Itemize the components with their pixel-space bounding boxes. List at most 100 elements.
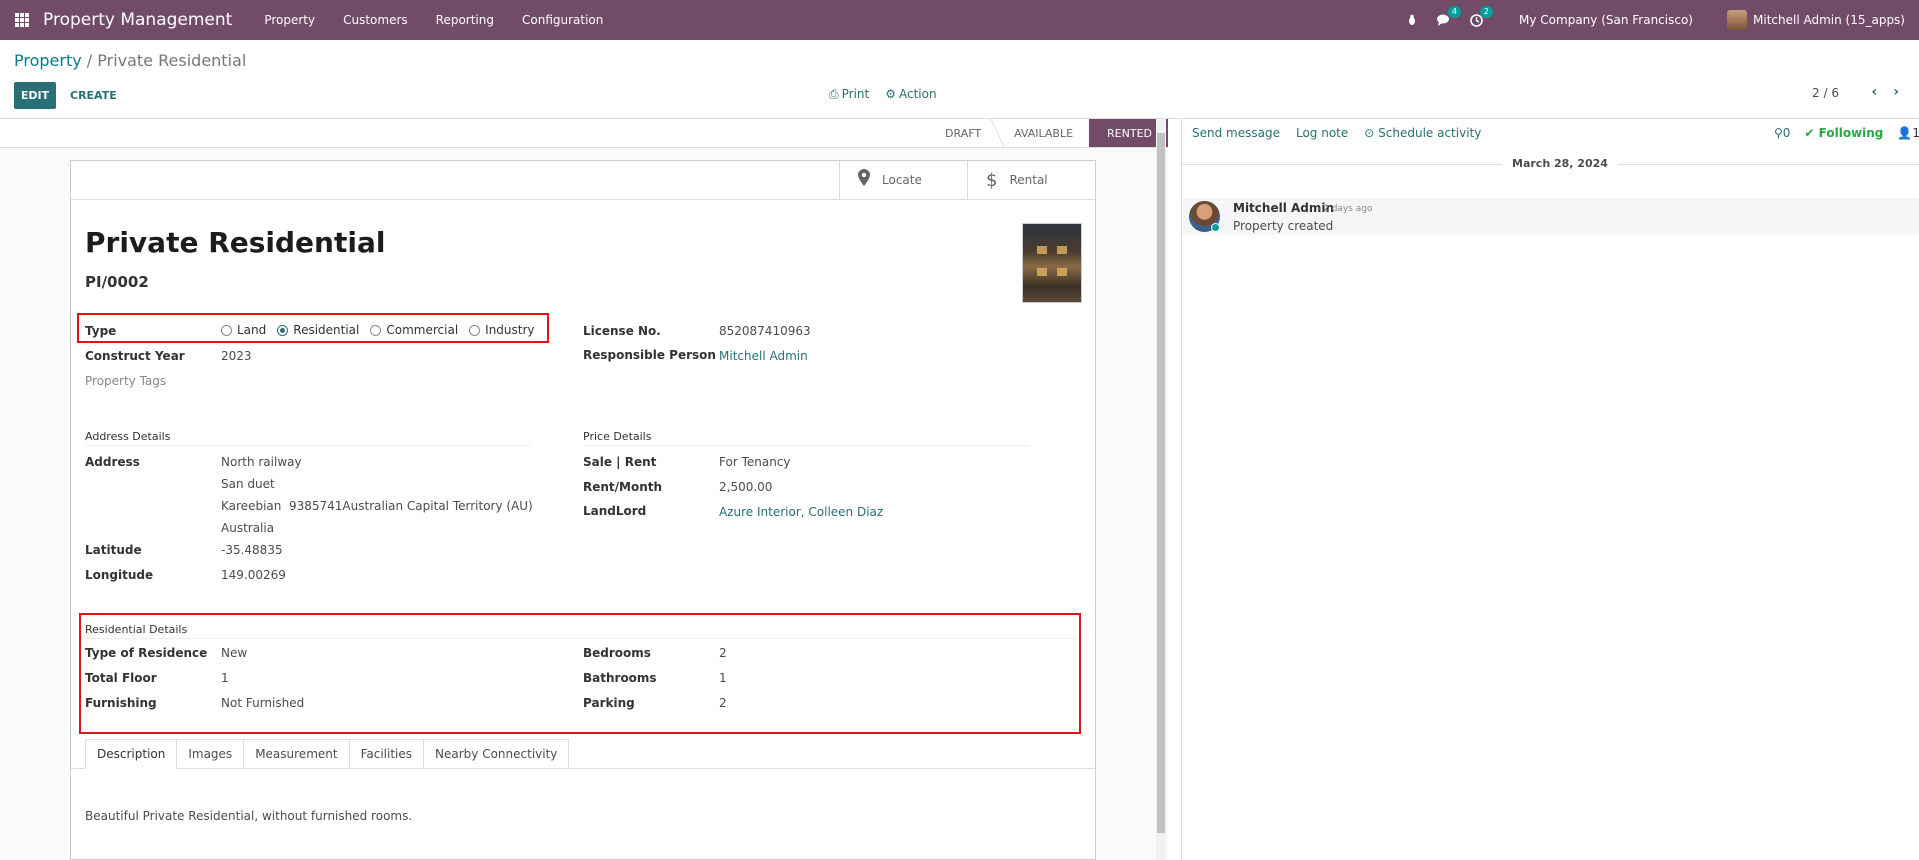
sale-rent-label: Sale | Rent bbox=[583, 455, 657, 469]
residential-section-title: Residential Details bbox=[85, 623, 188, 636]
responsible-label: Responsible Person bbox=[583, 348, 716, 362]
following-button[interactable]: ✔ Following bbox=[1804, 126, 1883, 140]
rent-month-label: Rent/Month bbox=[583, 480, 663, 494]
property-tags-label[interactable]: Property Tags bbox=[85, 374, 166, 388]
construct-year-label: Construct Year bbox=[85, 349, 185, 363]
form-scrollbar[interactable] bbox=[1156, 119, 1166, 860]
send-message-button[interactable]: Send message bbox=[1192, 126, 1280, 140]
notebook-tabs: Description Images Measurement Facilitie… bbox=[85, 739, 570, 769]
description-text[interactable]: Beautiful Private Residential, without f… bbox=[85, 809, 412, 823]
latitude-value[interactable]: -35.48835 bbox=[221, 543, 283, 557]
tab-nearby-connectivity[interactable]: Nearby Connectivity bbox=[424, 739, 570, 769]
create-button[interactable]: CREATE bbox=[70, 82, 117, 109]
gear-icon: ⚙ bbox=[885, 87, 896, 101]
residential-highlight-box bbox=[79, 613, 1081, 734]
print-icon: ⎙ bbox=[829, 87, 839, 101]
online-status-dot bbox=[1211, 223, 1220, 232]
locate-smart-button[interactable]: Locate bbox=[839, 161, 967, 199]
activities-count-badge: 2 bbox=[1479, 6, 1494, 18]
schedule-activity-button[interactable]: ⊙ Schedule activity bbox=[1364, 126, 1481, 140]
residence-type-value[interactable]: New bbox=[221, 646, 247, 660]
schedule-activity-label: Schedule activity bbox=[1378, 126, 1482, 140]
messages-count-badge: 4 bbox=[1447, 6, 1462, 18]
bathrooms-value[interactable]: 1 bbox=[719, 671, 727, 685]
landlord-link[interactable]: Azure Interior, Colleen Diaz bbox=[719, 505, 883, 519]
attachments-count: 0 bbox=[1782, 126, 1791, 140]
user-icon: 👤 bbox=[1897, 126, 1913, 140]
activities-icon[interactable]: 2 bbox=[1469, 6, 1494, 27]
license-value[interactable]: 852087410963 bbox=[719, 324, 811, 338]
bug-icon[interactable] bbox=[1405, 13, 1419, 27]
construct-year-value[interactable]: 2023 bbox=[221, 349, 252, 363]
menu-item-customers[interactable]: Customers bbox=[329, 0, 422, 40]
app-brand[interactable]: Property Management bbox=[43, 10, 232, 30]
rental-label: Rental bbox=[1009, 173, 1048, 187]
menu-item-configuration[interactable]: Configuration bbox=[508, 0, 617, 40]
tab-images[interactable]: Images bbox=[177, 739, 245, 769]
following-label: Following bbox=[1818, 126, 1884, 140]
residence-type-label: Type of Residence bbox=[85, 646, 208, 660]
address-line4[interactable]: Australia bbox=[221, 521, 274, 535]
furnishing-value[interactable]: Not Furnished bbox=[221, 696, 304, 710]
form-scroll-thumb[interactable] bbox=[1157, 133, 1165, 833]
attachments-button[interactable]: ⚲0 bbox=[1774, 126, 1790, 140]
address-line1[interactable]: North railway bbox=[221, 455, 302, 469]
apps-menu-icon[interactable] bbox=[15, 13, 29, 27]
messages-icon[interactable]: 4 bbox=[1437, 6, 1462, 27]
user-menu[interactable]: Mitchell Admin (15_apps) bbox=[1753, 13, 1905, 27]
type-highlight-box bbox=[77, 313, 549, 343]
parking-value[interactable]: 2 bbox=[719, 696, 727, 710]
status-steps: DRAFT AVAILABLE RENTED bbox=[929, 119, 1168, 147]
log-note-button[interactable]: Log note bbox=[1296, 126, 1348, 140]
form-sheet: Locate $ Rental Private Residential PI/0… bbox=[70, 160, 1096, 860]
pager-value[interactable]: 2 / 6 bbox=[1812, 86, 1839, 100]
total-floor-label: Total Floor bbox=[85, 671, 157, 685]
total-floor-value[interactable]: 1 bbox=[221, 671, 229, 685]
chevron-left-icon[interactable]: ‹ bbox=[1871, 84, 1877, 100]
chevron-right-icon[interactable]: › bbox=[1893, 84, 1899, 100]
bedrooms-value[interactable]: 2 bbox=[719, 646, 727, 660]
breadcrumb-parent[interactable]: Property bbox=[14, 51, 82, 70]
breadcrumb-current: Private Residential bbox=[97, 51, 247, 70]
longitude-value[interactable]: 149.00269 bbox=[221, 568, 286, 582]
main-menu: Property Customers Reporting Configurati… bbox=[250, 0, 617, 40]
property-reference: PI/0002 bbox=[85, 273, 149, 291]
tab-measurement[interactable]: Measurement bbox=[244, 739, 350, 769]
form-view: DRAFT AVAILABLE RENTED Locate $ Rental P… bbox=[0, 119, 1168, 860]
statusbar: DRAFT AVAILABLE RENTED bbox=[0, 119, 1168, 148]
bedrooms-label: Bedrooms bbox=[583, 646, 651, 660]
rent-month-value[interactable]: 2,500.00 bbox=[719, 480, 772, 494]
rental-smart-button[interactable]: $ Rental bbox=[967, 161, 1095, 199]
print-button[interactable]: ⎙ Print bbox=[829, 87, 869, 102]
tab-facilities[interactable]: Facilities bbox=[349, 739, 425, 769]
address-section-divider bbox=[85, 445, 531, 446]
tab-description[interactable]: Description bbox=[85, 739, 178, 769]
address-line2[interactable]: San duet bbox=[221, 477, 275, 491]
check-icon: ✔ bbox=[1804, 126, 1819, 140]
locate-label: Locate bbox=[882, 173, 922, 187]
responsible-link[interactable]: Mitchell Admin bbox=[719, 349, 808, 363]
edit-button[interactable]: EDIT bbox=[14, 82, 56, 109]
record-actions: ⎙ Print ⚙ Action bbox=[829, 87, 937, 102]
dollar-icon: $ bbox=[986, 169, 998, 191]
followers-button[interactable]: 👤1 bbox=[1897, 126, 1919, 140]
property-image[interactable] bbox=[1022, 223, 1082, 303]
furnishing-label: Furnishing bbox=[85, 696, 157, 710]
latitude-label: Latitude bbox=[85, 543, 142, 557]
breadcrumb: Property / Private Residential bbox=[14, 51, 246, 70]
address-line3[interactable]: Kareebian 9385741Australian Capital Terr… bbox=[221, 499, 533, 513]
status-step-draft[interactable]: DRAFT bbox=[929, 119, 997, 147]
message-date: - 2 days ago bbox=[1317, 204, 1373, 214]
company-switcher[interactable]: My Company (San Francisco) bbox=[1519, 13, 1693, 27]
status-step-available[interactable]: AVAILABLE bbox=[998, 119, 1089, 147]
address-section-title: Address Details bbox=[85, 430, 171, 443]
address-label: Address bbox=[85, 455, 140, 469]
menu-item-reporting[interactable]: Reporting bbox=[422, 0, 508, 40]
action-button[interactable]: ⚙ Action bbox=[885, 87, 936, 102]
chatter-followers-area: ⚲0 ✔ Following 👤1 bbox=[1774, 119, 1919, 147]
user-avatar[interactable] bbox=[1727, 10, 1747, 30]
license-label: License No. bbox=[583, 324, 661, 338]
top-navbar: Property Management Property Customers R… bbox=[0, 0, 1919, 40]
menu-item-property[interactable]: Property bbox=[250, 0, 329, 40]
sale-rent-value[interactable]: For Tenancy bbox=[719, 455, 791, 469]
